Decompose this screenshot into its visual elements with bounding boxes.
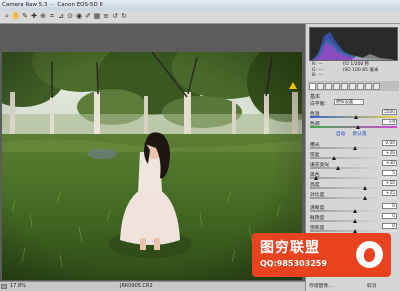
panel-tabs <box>308 81 399 91</box>
slider-track[interactable] <box>310 167 397 169</box>
slider-thumb[interactable] <box>353 146 357 150</box>
rotate-right-icon[interactable]: ↻ <box>120 12 128 21</box>
g-label: G: <box>312 67 318 73</box>
slider-value[interactable]: 0 <box>382 213 397 219</box>
slider-value[interactable]: 0.00 <box>382 140 397 146</box>
slider-track[interactable] <box>310 187 397 189</box>
slider-track[interactable] <box>310 197 397 199</box>
tab-lens[interactable] <box>349 82 356 90</box>
tab-tone-curve[interactable] <box>317 82 324 90</box>
crop-icon[interactable]: ⌗ <box>48 12 56 21</box>
histogram-graph <box>312 32 395 60</box>
slider-value[interactable]: +50 <box>382 180 397 186</box>
target-adjust-icon[interactable]: ⊕ <box>39 12 47 21</box>
app-title: Camera Raw 5.3 <box>2 2 48 8</box>
r-value: --- <box>317 62 323 67</box>
slider-thumb[interactable] <box>363 186 367 190</box>
camera-info: f/2 1/200 秒 ISO 100 85 毫米 <box>343 62 378 73</box>
b-label: B: <box>312 73 317 78</box>
save-image-button[interactable]: 存储图像... <box>309 282 333 289</box>
rotate-left-icon[interactable]: ↺ <box>111 12 119 21</box>
slider-thumb[interactable] <box>353 209 357 213</box>
red-eye-icon[interactable]: ◉ <box>75 12 83 21</box>
iso-info: ISO 100 85 毫米 <box>343 67 379 73</box>
slider-thumb[interactable] <box>363 196 367 200</box>
zoom-icon[interactable]: ⌕ <box>3 12 11 21</box>
spot-removal-icon[interactable]: ⊙ <box>66 12 74 21</box>
auto-default-links: 自动 默认值 <box>336 131 366 137</box>
zoom-out-icon[interactable] <box>1 284 7 289</box>
temperature-value[interactable]: 5500 <box>382 109 397 115</box>
watermark-title: 图穷联盟 <box>260 240 320 256</box>
slider-thumb[interactable] <box>336 166 340 170</box>
rgb-readout: R: --- G: --- B: --- <box>312 62 323 79</box>
b-value: --- <box>318 73 323 78</box>
tab-basic[interactable] <box>309 82 316 90</box>
watermark-qq: QQ:985303259 <box>260 259 327 268</box>
cancel-button[interactable]: 取消 <box>367 282 377 289</box>
default-link[interactable]: 默认值 <box>353 132 367 137</box>
slider-value[interactable]: +30 <box>382 160 397 166</box>
tool-bar: ⌕ ✋ ✎ ✚ ⊕ ⌗ ⊿ ⊙ ◉ ✐ ▦ ≡ ↺ ↻ <box>0 10 400 24</box>
color-sampler-icon[interactable]: ✚ <box>30 12 38 21</box>
straighten-icon[interactable]: ⊿ <box>57 12 65 21</box>
clipping-warning-icon[interactable] <box>289 82 297 89</box>
white-balance-icon[interactable]: ✎ <box>21 12 29 21</box>
tab-camera-calibration[interactable] <box>357 82 364 90</box>
section-basic-title: 基本 <box>310 94 321 100</box>
watermark-logo-icon <box>356 241 383 268</box>
slider-thumb[interactable] <box>314 176 318 180</box>
slider-value[interactable]: 5 <box>382 170 397 176</box>
slider-value[interactable]: +25 <box>382 190 397 196</box>
tint-value[interactable]: +9 <box>382 119 397 125</box>
slider-value[interactable]: 0 <box>382 223 397 229</box>
tab-hsl[interactable] <box>333 82 340 90</box>
watermark-badge: 图穷联盟 QQ:985303259 <box>252 233 391 277</box>
tab-presets[interactable] <box>365 82 372 90</box>
tint-thumb[interactable] <box>356 125 360 129</box>
white-balance-label: 白平衡: <box>310 102 327 107</box>
camera-raw-window: Camera Raw 5.3- Canon EOS-5D II ⌕ ✋ ✎ ✚ ⊕… <box>0 0 400 291</box>
slider-row: 对比度 +25 <box>310 190 397 201</box>
slider-track[interactable] <box>310 177 397 179</box>
graduated-filter-icon[interactable]: ▦ <box>93 12 101 21</box>
auto-link[interactable]: 自动 <box>336 132 345 137</box>
pixel-readouts: R: --- G: --- B: --- f/2 1/200 秒 ISO 100… <box>309 62 398 80</box>
slider-track[interactable] <box>310 157 397 159</box>
white-balance-select[interactable]: 原照设置 <box>334 99 364 105</box>
adjustment-brush-icon[interactable]: ✐ <box>84 12 92 21</box>
r-label: R: <box>312 62 317 67</box>
file-name: JRK0905.CR2 <box>120 283 153 289</box>
tab-detail[interactable] <box>325 82 332 90</box>
slider-value[interactable]: 0 <box>382 203 397 209</box>
histogram <box>309 27 398 61</box>
status-bar: 17.8% JRK0905.CR2 <box>0 281 305 291</box>
dialog-buttons: 存储图像... 取消 <box>305 281 400 291</box>
zoom-level[interactable]: 17.8% <box>10 282 26 291</box>
slider-thumb[interactable] <box>332 156 336 160</box>
tab-snapshots[interactable] <box>373 82 380 90</box>
slider-thumb[interactable] <box>353 219 357 223</box>
hand-icon[interactable]: ✋ <box>12 12 21 21</box>
tint-row: 色调 +9 <box>310 119 397 130</box>
slider-value[interactable]: +26 <box>382 150 397 156</box>
camera-model: Canon EOS-5D II <box>57 2 103 8</box>
g-value: --- <box>318 67 324 73</box>
preferences-icon[interactable]: ≡ <box>102 12 110 21</box>
tint-slider[interactable] <box>310 126 397 128</box>
tab-split-toning[interactable] <box>341 82 348 90</box>
title-bar: Camera Raw 5.3- Canon EOS-5D II <box>0 0 400 10</box>
temperature-thumb[interactable] <box>354 115 358 119</box>
